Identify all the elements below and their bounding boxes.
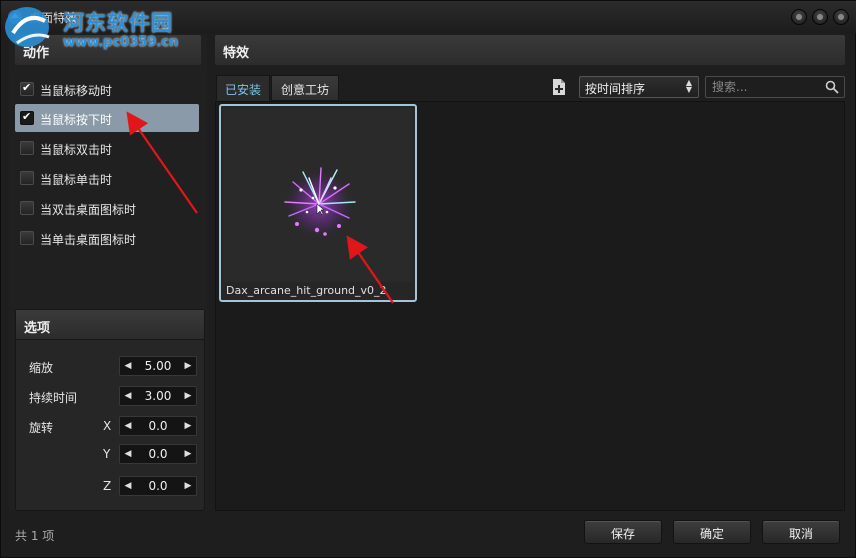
ok-button-label: 确定: [699, 527, 724, 541]
duration-value[interactable]: 3.00: [134, 389, 182, 403]
sort-select[interactable]: 按时间排序 ▲ ▼: [579, 76, 699, 98]
rotation-x-value[interactable]: 0.0: [134, 419, 182, 433]
trigger-label: 当单击桌面图标时: [40, 233, 137, 247]
cancel-button-label: 取消: [788, 527, 813, 541]
effect-card[interactable]: Dax_arcane_hit_ground_v0_2: [219, 104, 417, 302]
rotation-z-stepper[interactable]: ◀ 0.0 ▶: [119, 476, 197, 496]
checkbox[interactable]: [20, 141, 34, 155]
increment-icon[interactable]: ▶: [182, 389, 194, 403]
effect-name: Dax_arcane_hit_ground_v0_2: [226, 284, 387, 297]
rotation-label: 旋转: [29, 421, 54, 435]
effect-thumbnail: [223, 108, 413, 282]
rotation-x-stepper[interactable]: ◀ 0.0 ▶: [119, 416, 197, 436]
trigger-double-click-icon[interactable]: 当双击桌面图标时: [15, 194, 199, 222]
search-icon[interactable]: [825, 80, 839, 94]
trigger-label: 当鼠标双击时: [40, 143, 113, 157]
left-panel: 动作 当鼠标移动时 当鼠标按下时 当鼠标双击时 当鼠标单击时 当双击桌面图标时 …: [9, 35, 207, 511]
rotation-z-value[interactable]: 0.0: [134, 479, 182, 493]
trigger-label: 当双击桌面图标时: [40, 203, 137, 217]
tab-installed[interactable]: 已安装: [216, 75, 270, 101]
cancel-button[interactable]: 取消: [762, 520, 840, 544]
decrement-icon[interactable]: ◀: [122, 359, 134, 373]
add-file-icon[interactable]: [551, 78, 567, 96]
checkbox[interactable]: [20, 110, 34, 125]
trigger-label: 当鼠标移动时: [40, 84, 113, 98]
trigger-double-click[interactable]: 当鼠标双击时: [15, 134, 199, 162]
increment-icon[interactable]: ▶: [182, 359, 194, 373]
decrement-icon[interactable]: ◀: [122, 447, 134, 461]
trigger-mouse-down[interactable]: 当鼠标按下时: [15, 104, 199, 132]
rotation-y-value[interactable]: 0.0: [134, 447, 182, 461]
updown-arrow-icon: ▲ ▼: [685, 78, 692, 94]
decrement-icon[interactable]: ◀: [122, 479, 134, 493]
trigger-label: 当鼠标单击时: [40, 173, 113, 187]
scale-stepper[interactable]: ◀ 5.00 ▶: [119, 356, 197, 376]
tab-label: 创意工坊: [280, 83, 329, 97]
particle-effect-image: [283, 167, 356, 240]
increment-icon[interactable]: ▶: [182, 479, 194, 493]
item-count: 共 1 项: [15, 529, 55, 543]
save-button-label: 保存: [610, 527, 635, 541]
duration-stepper[interactable]: ◀ 3.00 ▶: [119, 386, 197, 406]
rotation-y-stepper[interactable]: ◀ 0.0 ▶: [119, 444, 197, 464]
increment-icon[interactable]: ▶: [182, 419, 194, 433]
minimize-button[interactable]: [791, 9, 807, 25]
close-button[interactable]: [833, 9, 849, 25]
options-header: 选项: [16, 310, 204, 340]
rotation-z-label: Z: [103, 479, 112, 493]
scale-value[interactable]: 5.00: [134, 359, 182, 373]
watermark-logo: [5, 7, 50, 47]
checkbox[interactable]: [20, 171, 34, 185]
effects-section-title: 特效: [223, 46, 250, 61]
checkbox[interactable]: [20, 231, 34, 245]
effects-window: 桌面特效 动作 当鼠标移动时 当鼠标按下时 当鼠标双击时 当鼠标单击时 当双击桌…: [0, 0, 856, 558]
watermark-text: 河东软件园: [63, 10, 173, 35]
decrement-icon[interactable]: ◀: [122, 389, 134, 403]
search-input[interactable]: [712, 79, 822, 95]
decrement-icon[interactable]: ◀: [122, 419, 134, 433]
search-box[interactable]: [705, 76, 845, 98]
maximize-button[interactable]: [812, 9, 828, 25]
options-title: 选项: [24, 321, 51, 336]
rotation-x-label: X: [103, 419, 112, 433]
trigger-single-click[interactable]: 当鼠标单击时: [15, 164, 199, 192]
trigger-mouse-move[interactable]: 当鼠标移动时: [15, 75, 199, 103]
checkbox[interactable]: [20, 201, 34, 215]
sort-value: 按时间排序: [585, 82, 646, 96]
ok-button[interactable]: 确定: [673, 520, 751, 544]
effects-section-header: 特效: [215, 35, 845, 65]
scale-label: 缩放: [29, 361, 54, 375]
increment-icon[interactable]: ▶: [182, 447, 194, 461]
trigger-label: 当鼠标按下时: [40, 113, 113, 127]
rotation-y-label: Y: [103, 447, 111, 461]
trigger-single-click-icon[interactable]: 当单击桌面图标时: [15, 224, 199, 252]
tab-workshop[interactable]: 创意工坊: [271, 75, 339, 101]
duration-label: 持续时间: [29, 391, 78, 405]
options-panel: 选项 缩放 ◀ 5.00 ▶ 持续时间 ◀ 3.00 ▶ 旋转 X ◀ 0.0 …: [15, 309, 205, 511]
save-button[interactable]: 保存: [584, 520, 662, 544]
tab-label: 已安装: [224, 83, 261, 97]
checkbox[interactable]: [20, 81, 34, 96]
watermark-url: www.pc0359.cn: [63, 35, 179, 50]
